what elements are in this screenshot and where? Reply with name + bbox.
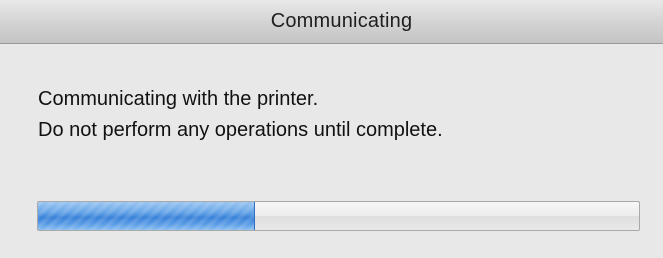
status-message: Communicating with the printer. Do not p… xyxy=(38,84,638,146)
dialog-title: Communicating xyxy=(270,10,413,32)
status-message-line-2: Do not perform any operations until comp… xyxy=(38,119,443,141)
communicating-dialog: Communicating Communicating with the pri… xyxy=(0,0,663,258)
status-message-line-1: Communicating with the printer. xyxy=(38,88,319,110)
progress-bar xyxy=(37,201,640,231)
progress-bar-fill xyxy=(38,202,256,230)
title-bar[interactable]: Communicating xyxy=(0,0,663,44)
